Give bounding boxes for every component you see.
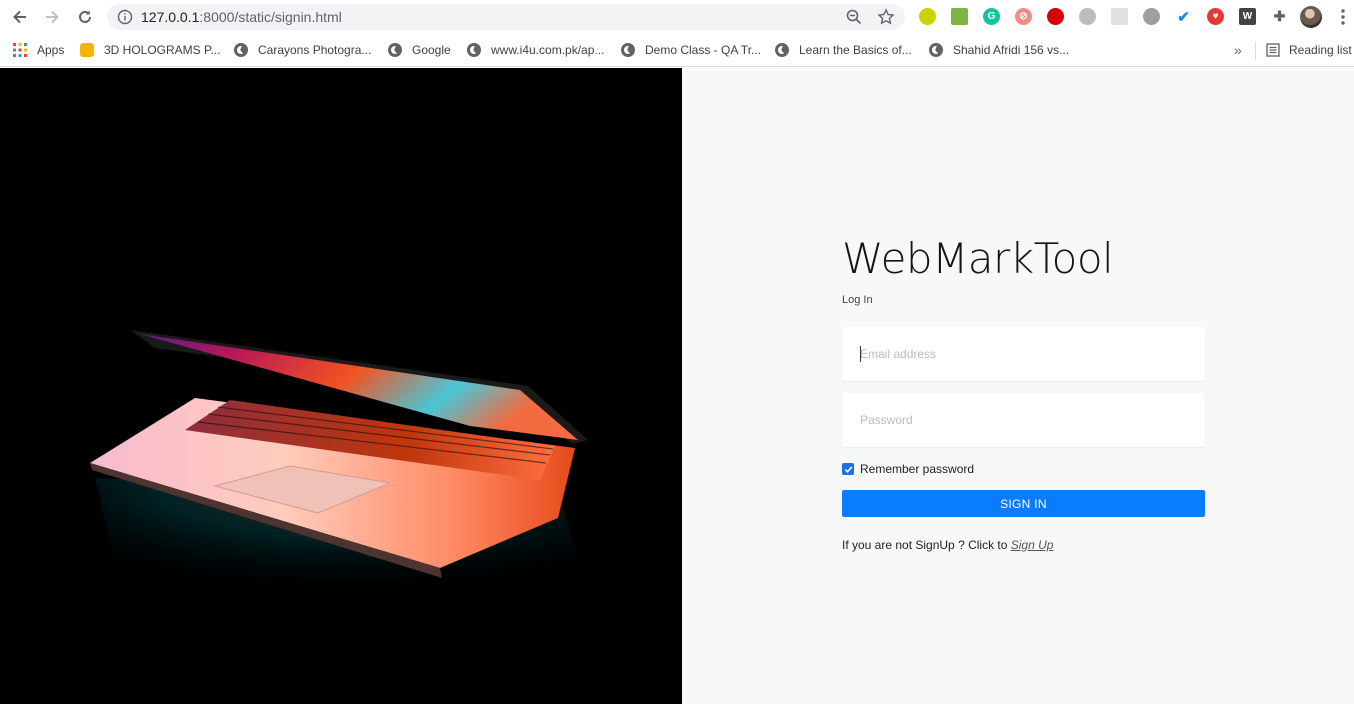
- remember-checkbox[interactable]: [842, 463, 854, 475]
- bookmark-google[interactable]: Google: [388, 41, 451, 59]
- laptop-illustration: [90, 330, 600, 628]
- bookmark-learn-basics[interactable]: Learn the Basics of...: [775, 41, 912, 59]
- bookmark-holograms[interactable]: 3D HOLOGRAMS P...: [80, 41, 220, 59]
- url-text[interactable]: 127.0.0.1:8000/static/signin.html: [141, 9, 342, 25]
- menu-kebab-icon[interactable]: [1336, 7, 1350, 27]
- arrow-right-icon: [46, 10, 59, 24]
- star-icon[interactable]: [877, 8, 895, 26]
- bookmarks-overflow-button[interactable]: »: [1234, 41, 1242, 59]
- browser-toolbar: 127.0.0.1:8000/static/signin.html G ⊘ ✔ …: [0, 0, 1354, 34]
- extension-lime-icon[interactable]: [919, 8, 936, 25]
- bookmark-carayons[interactable]: Carayons Photogra...: [234, 41, 371, 59]
- back-button[interactable]: [8, 5, 32, 29]
- sign-in-button[interactable]: SIGN IN: [842, 490, 1205, 517]
- globe-icon: [621, 43, 635, 57]
- reading-list-label: Reading list: [1289, 43, 1352, 57]
- info-icon[interactable]: [117, 9, 133, 25]
- bookmark-label: Learn the Basics of...: [799, 43, 912, 57]
- app-title: WebMarkTool: [842, 234, 1114, 283]
- remember-label: Remember password: [860, 462, 975, 476]
- url-path: :8000/static/signin.html: [199, 9, 342, 25]
- reload-icon: [79, 10, 91, 23]
- password-field[interactable]: [842, 393, 1205, 447]
- bookmark-divider: [1255, 42, 1256, 60]
- globe-icon: [929, 43, 943, 57]
- text-caret: [860, 346, 861, 362]
- bookmark-label: Apps: [37, 43, 65, 57]
- extension-grey-icon[interactable]: [1079, 8, 1096, 25]
- extension-heart-icon[interactable]: ♥: [1207, 8, 1224, 25]
- globe-icon: [388, 43, 402, 57]
- bookmark-label: Carayons Photogra...: [258, 43, 372, 57]
- signin-page: WebMarkTool Log In Remember password SIG…: [0, 68, 1354, 704]
- signup-prompt: If you are not SignUp ? Click to Sign Up: [842, 538, 1053, 552]
- extension-inbox-icon[interactable]: [951, 8, 968, 25]
- globe-icon: [775, 43, 789, 57]
- login-panel: WebMarkTool Log In Remember password SIG…: [682, 68, 1354, 704]
- remember-password-row[interactable]: Remember password: [842, 462, 974, 476]
- bookmark-label: www.i4u.com.pk/ap...: [491, 43, 605, 57]
- extension-blocked-icon[interactable]: ⊘: [1015, 8, 1032, 25]
- bookmark-label: 3D HOLOGRAMS P...: [104, 43, 221, 57]
- login-subtitle: Log In: [842, 294, 873, 306]
- zoom-icon[interactable]: [845, 8, 863, 26]
- bookmark-label: Demo Class - QA Tr...: [645, 43, 762, 57]
- extension-blue-check-icon[interactable]: ✔: [1175, 8, 1192, 26]
- check-icon: [844, 465, 852, 473]
- globe-icon: [234, 43, 248, 57]
- url-host: 127.0.0.1: [141, 9, 200, 25]
- profile-avatar[interactable]: [1300, 6, 1322, 28]
- grammarly-icon[interactable]: G: [983, 8, 1000, 25]
- extension-qr-icon[interactable]: [1111, 8, 1128, 25]
- apps-grid-icon: [13, 43, 27, 57]
- bookmarks-bar: Apps 3D HOLOGRAMS P... Carayons Photogra…: [0, 34, 1354, 67]
- extension-w-icon[interactable]: W: [1239, 8, 1256, 25]
- browser-window: 127.0.0.1:8000/static/signin.html G ⊘ ✔ …: [0, 0, 1354, 704]
- reading-list-button[interactable]: Reading list: [1266, 41, 1352, 59]
- hologram-favicon-icon: [80, 43, 94, 57]
- hero-image: [0, 68, 682, 704]
- bookmark-i4u[interactable]: www.i4u.com.pk/ap...: [467, 41, 604, 59]
- bookmark-apps[interactable]: Apps: [13, 41, 64, 59]
- arrow-left-icon: [13, 10, 26, 24]
- bookmark-shahid-afridi[interactable]: Shahid Afridi 156 vs...: [929, 41, 1069, 59]
- bookmark-label: Google: [412, 43, 451, 57]
- signup-link[interactable]: Sign Up: [1011, 538, 1054, 552]
- signup-prompt-text: If you are not SignUp ? Click to: [842, 538, 1011, 552]
- reading-list-icon: [1266, 43, 1280, 57]
- extension-red-hand-icon[interactable]: [1047, 8, 1064, 25]
- extension-leaf-icon[interactable]: [1143, 8, 1160, 25]
- puzzle-icon[interactable]: ✚: [1271, 8, 1288, 25]
- reload-button[interactable]: [73, 5, 97, 29]
- globe-icon: [467, 43, 481, 57]
- forward-button[interactable]: [40, 5, 64, 29]
- bookmark-demo-class[interactable]: Demo Class - QA Tr...: [621, 41, 761, 59]
- address-bar[interactable]: 127.0.0.1:8000/static/signin.html: [107, 4, 905, 30]
- email-field[interactable]: [842, 327, 1205, 381]
- bookmark-label: Shahid Afridi 156 vs...: [953, 43, 1070, 57]
